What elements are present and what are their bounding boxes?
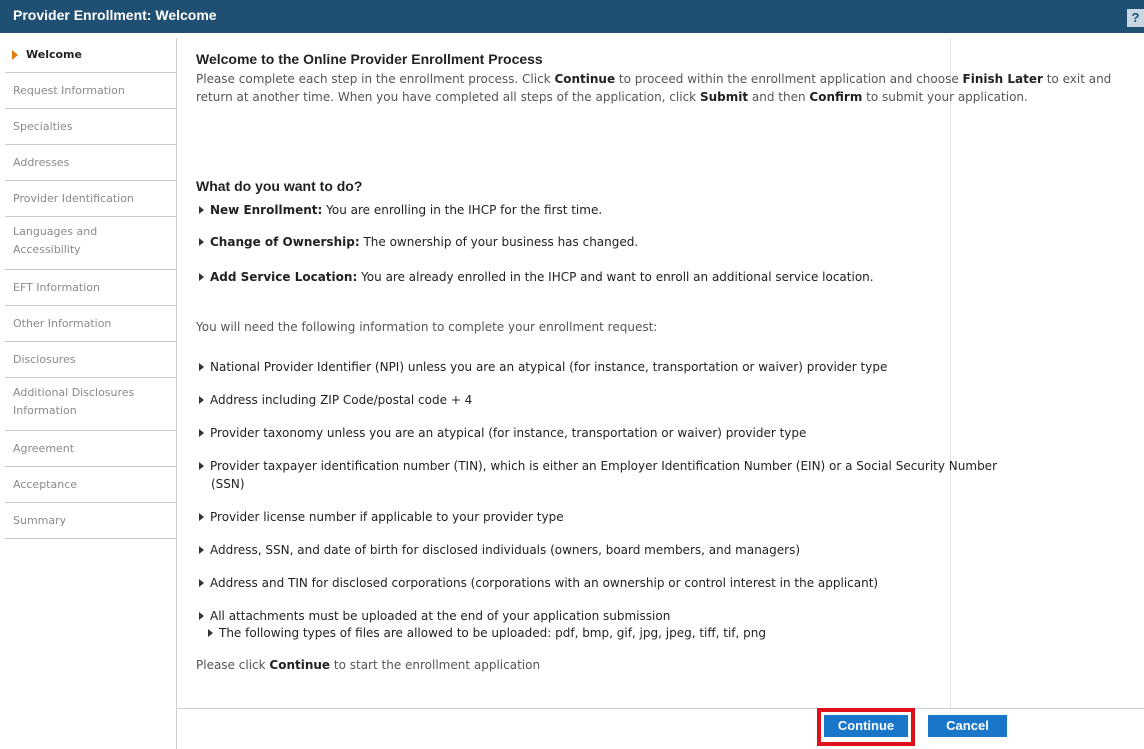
bullet-icon xyxy=(208,628,213,637)
sidebar-item-label: Additional Disclosures xyxy=(13,386,135,399)
bullet-icon xyxy=(199,428,204,437)
bullet-icon xyxy=(199,237,204,246)
sidebar-item-label: Addresses xyxy=(13,156,70,169)
sidebar-item-label: Request Information xyxy=(13,84,125,97)
sidebar-item-label: Languages and xyxy=(13,225,98,238)
sidebar-item-label: Information xyxy=(13,404,77,417)
need-info-text: You will need the following information … xyxy=(196,320,658,334)
cancel-button[interactable]: Cancel xyxy=(928,715,1007,737)
help-icon[interactable]: ? xyxy=(1127,9,1144,27)
sidebar-item-summary[interactable]: Summary xyxy=(5,504,176,539)
requirement-item: Address including ZIP Code/postal code +… xyxy=(199,393,472,407)
requirement-item: Address and TIN for disclosed corporatio… xyxy=(199,576,878,590)
bullet-icon xyxy=(199,578,204,587)
requirement-item: Provider license number if applicable to… xyxy=(199,510,564,524)
bullet-icon xyxy=(199,395,204,404)
requirement-item: All attachments must be uploaded at the … xyxy=(199,609,670,623)
intro-paragraph: Please complete each step in the enrollm… xyxy=(196,72,1112,104)
welcome-heading: Welcome to the Online Provider Enrollmen… xyxy=(196,51,543,67)
option-new-enrollment: New Enrollment: You are enrolling in the… xyxy=(199,203,602,217)
requirement-item: Provider taxonomy unless you are an atyp… xyxy=(199,426,806,440)
sidebar-nav: Welcome Request Information Specialties … xyxy=(5,38,177,749)
requirement-item-continued: (SSN) xyxy=(211,477,245,491)
sidebar-item-agreement[interactable]: Agreement xyxy=(5,432,176,467)
sidebar-item-languages-accessibility[interactable]: Languages and Accessibility xyxy=(5,218,176,270)
bullet-icon xyxy=(199,512,204,521)
requirement-subitem: The following types of files are allowed… xyxy=(208,626,766,640)
sidebar-item-eft-information[interactable]: EFT Information xyxy=(5,271,176,306)
sidebar-item-label: Acceptance xyxy=(13,478,78,491)
closing-text: Please click Continue to start the enrol… xyxy=(196,658,541,672)
sidebar-item-label: Summary xyxy=(13,514,67,527)
sidebar-item-welcome[interactable]: Welcome xyxy=(5,38,176,73)
sidebar-item-other-information[interactable]: Other Information xyxy=(5,307,176,342)
sidebar-item-label: Welcome xyxy=(26,48,82,61)
sidebar-item-additional-disclosures[interactable]: Additional Disclosures Information xyxy=(5,379,176,431)
bullet-icon xyxy=(199,611,204,620)
bullet-icon xyxy=(199,545,204,554)
sidebar-item-label: Other Information xyxy=(13,317,112,330)
bullet-icon xyxy=(199,272,204,281)
sidebar-item-provider-identification[interactable]: Provider Identification xyxy=(5,182,176,217)
requirement-item: Provider taxpayer identification number … xyxy=(199,459,997,473)
requirement-item: Address, SSN, and date of birth for disc… xyxy=(199,543,800,557)
sidebar-item-label: Provider Identification xyxy=(13,192,134,205)
bullet-icon xyxy=(199,205,204,214)
sidebar-item-acceptance[interactable]: Acceptance xyxy=(5,468,176,503)
bullet-icon xyxy=(199,362,204,371)
sidebar-item-label: Disclosures xyxy=(13,353,76,366)
what-heading: What do you want to do? xyxy=(196,178,363,194)
footer-divider xyxy=(178,708,1144,709)
continue-highlight-box xyxy=(817,708,915,746)
page-title: Provider Enrollment: Welcome xyxy=(13,7,217,23)
sidebar-item-addresses[interactable]: Addresses xyxy=(5,146,176,181)
sidebar-item-specialties[interactable]: Specialties xyxy=(5,110,176,145)
sidebar-item-label: EFT Information xyxy=(13,281,100,294)
sidebar-item-label: Accessibility xyxy=(13,243,81,256)
requirement-item: National Provider Identifier (NPI) unles… xyxy=(199,360,887,374)
main-content: Welcome to the Online Provider Enrollmen… xyxy=(178,38,1144,749)
sidebar-item-label: Specialties xyxy=(13,120,73,133)
option-add-service-location: Add Service Location: You are already en… xyxy=(199,270,874,284)
title-bar: Provider Enrollment: Welcome ? xyxy=(0,0,1144,33)
sidebar-item-request-information[interactable]: Request Information xyxy=(5,74,176,109)
option-change-ownership: Change of Ownership: The ownership of yo… xyxy=(199,235,638,249)
bullet-icon xyxy=(199,461,204,470)
current-step-arrow-icon xyxy=(12,50,18,60)
sidebar-item-label: Agreement xyxy=(13,442,75,455)
sidebar-item-disclosures[interactable]: Disclosures xyxy=(5,343,176,378)
